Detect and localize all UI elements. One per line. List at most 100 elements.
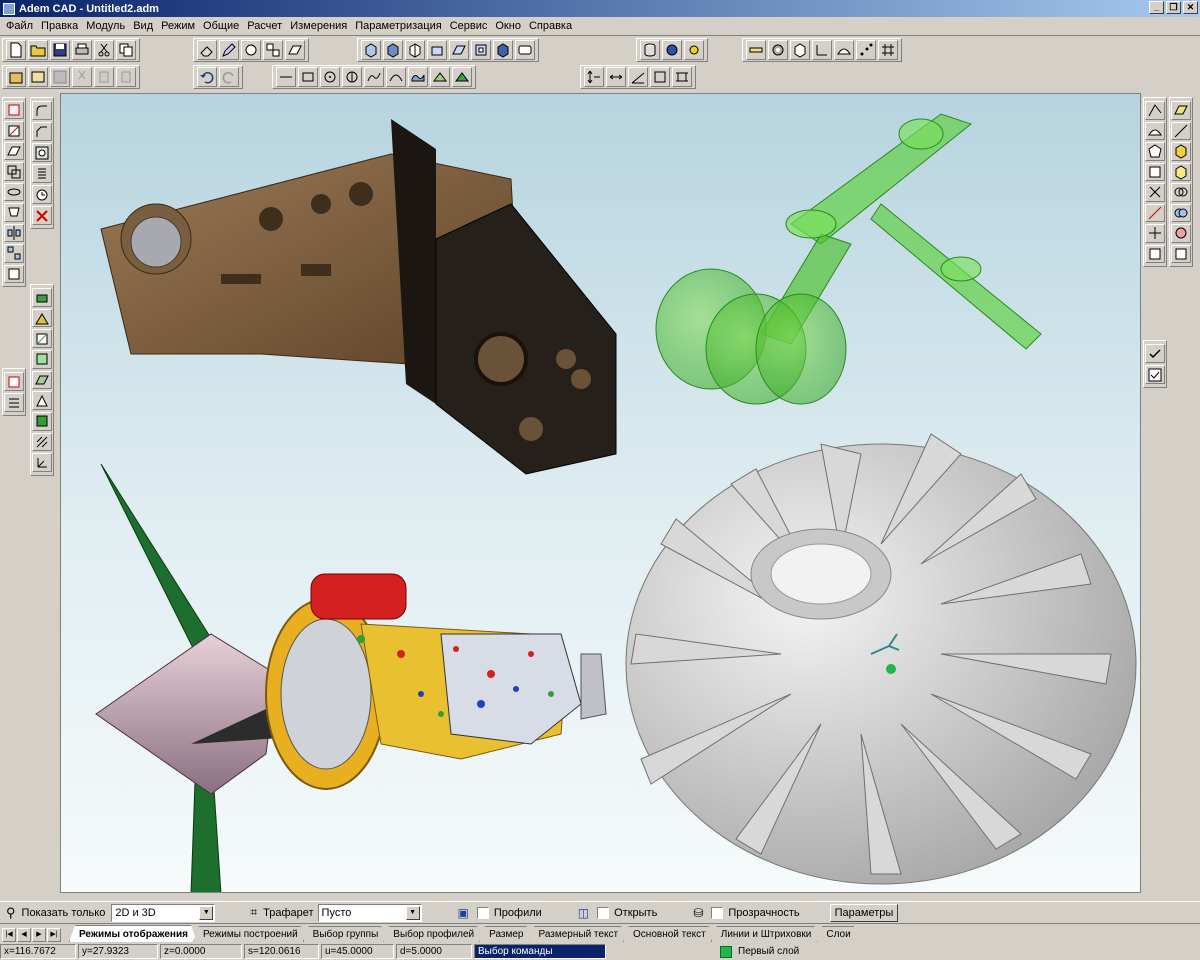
shell-icon[interactable] bbox=[471, 40, 491, 60]
green-linkage-model[interactable] bbox=[655, 113, 1042, 405]
tab-prev-icon[interactable]: ◀ bbox=[17, 928, 31, 942]
spline-icon[interactable] bbox=[386, 67, 406, 87]
circle-center-icon[interactable] bbox=[320, 67, 340, 87]
impeller-model[interactable] bbox=[625, 433, 1137, 885]
stitch-icon[interactable] bbox=[1145, 244, 1165, 263]
dim-horizontal-icon[interactable] bbox=[606, 67, 626, 87]
menu-edit[interactable]: Правка bbox=[37, 20, 82, 32]
revolve-icon[interactable] bbox=[4, 182, 24, 202]
profiles-checkbox[interactable] bbox=[476, 906, 489, 919]
tab-last-icon[interactable]: ▶| bbox=[47, 928, 61, 942]
check-all-icon[interactable] bbox=[1145, 365, 1165, 384]
menu-parametrization[interactable]: Параметризация bbox=[351, 20, 445, 32]
view-create-icon[interactable] bbox=[32, 370, 52, 390]
menu-calculation[interactable]: Расчет bbox=[243, 20, 286, 32]
hatch-icon[interactable] bbox=[430, 67, 450, 87]
trim-icon[interactable] bbox=[1145, 183, 1165, 202]
tab-profile-select[interactable]: Выбор профилей bbox=[383, 926, 483, 942]
surface-icon[interactable] bbox=[834, 40, 854, 60]
copy-body-icon[interactable] bbox=[4, 264, 24, 283]
cylinder-icon[interactable] bbox=[640, 40, 660, 60]
split-icon[interactable] bbox=[1145, 224, 1165, 243]
intersect-icon[interactable] bbox=[1171, 183, 1191, 202]
align-icon[interactable] bbox=[4, 393, 24, 412]
convert-icon[interactable] bbox=[4, 372, 24, 391]
dim-vertical-icon[interactable] bbox=[584, 67, 604, 87]
parameters-button[interactable]: Параметры bbox=[829, 903, 899, 922]
array-icon[interactable] bbox=[4, 244, 24, 263]
coordinate-icon[interactable] bbox=[32, 453, 52, 473]
circle-icon[interactable] bbox=[241, 40, 261, 60]
fill-icon[interactable] bbox=[452, 67, 472, 87]
sketch-icon[interactable] bbox=[4, 101, 24, 120]
undo-icon[interactable] bbox=[197, 67, 217, 87]
thread-icon[interactable] bbox=[32, 164, 52, 183]
dim-angle-icon[interactable] bbox=[628, 67, 648, 87]
offset-icon[interactable] bbox=[4, 162, 24, 181]
extrude-icon[interactable] bbox=[427, 40, 447, 60]
arc-icon[interactable] bbox=[364, 67, 384, 87]
mirror-icon[interactable] bbox=[4, 223, 24, 243]
check-icon[interactable] bbox=[1145, 344, 1165, 363]
fillet-icon[interactable] bbox=[32, 101, 52, 120]
menu-view[interactable]: Вид bbox=[129, 20, 157, 32]
turboprop-engine-model[interactable] bbox=[95, 463, 607, 893]
cube-icon[interactable] bbox=[790, 40, 810, 60]
detail-icon[interactable] bbox=[32, 391, 52, 411]
tab-group-select[interactable]: Выбор группы bbox=[303, 926, 388, 942]
sweep-icon[interactable] bbox=[449, 40, 469, 60]
menu-file[interactable]: Файл bbox=[2, 20, 37, 32]
shading-icon[interactable] bbox=[32, 412, 52, 431]
surface-patch-icon[interactable] bbox=[1145, 121, 1165, 140]
bronze-housing-model[interactable] bbox=[100, 119, 617, 475]
project-icon[interactable] bbox=[6, 67, 26, 87]
menu-general[interactable]: Общие bbox=[199, 20, 243, 32]
transparency-checkbox[interactable] bbox=[711, 906, 724, 919]
menu-window[interactable]: Окно bbox=[491, 20, 525, 32]
tab-next-icon[interactable]: ▶ bbox=[32, 928, 46, 942]
sheet-icon[interactable] bbox=[1145, 162, 1165, 181]
solid-body-icon[interactable] bbox=[1171, 142, 1191, 161]
show-only-select[interactable]: 2D и 3D ▼ bbox=[111, 903, 216, 922]
close-button[interactable]: ✕ bbox=[1183, 1, 1198, 14]
library-icon[interactable] bbox=[28, 67, 48, 87]
face-icon[interactable] bbox=[1171, 101, 1191, 120]
tab-layers[interactable]: Слои bbox=[816, 926, 859, 942]
print-icon[interactable] bbox=[72, 40, 92, 60]
group-icon[interactable] bbox=[263, 40, 283, 60]
points-icon[interactable] bbox=[856, 40, 876, 60]
tab-dimension[interactable]: Размер bbox=[479, 926, 532, 942]
blend-icon[interactable] bbox=[1171, 244, 1191, 263]
line-icon[interactable] bbox=[276, 67, 296, 87]
tab-build-modes[interactable]: Режимы построений bbox=[193, 926, 307, 942]
polygon-icon[interactable] bbox=[1145, 142, 1165, 161]
open-folder-icon[interactable] bbox=[28, 40, 48, 60]
cut-icon[interactable] bbox=[94, 40, 114, 60]
edge-icon[interactable] bbox=[1171, 121, 1191, 140]
tab-main-text[interactable]: Основной текст bbox=[623, 926, 715, 942]
measure-icon[interactable] bbox=[746, 40, 766, 60]
menu-measurements[interactable]: Измерения bbox=[286, 20, 351, 32]
axis-icon[interactable] bbox=[812, 40, 832, 60]
loft-icon[interactable] bbox=[4, 203, 24, 222]
tab-lines-hatches[interactable]: Линии и Штриховки bbox=[711, 926, 821, 942]
layer-color-swatch[interactable] bbox=[720, 945, 732, 958]
section-icon[interactable] bbox=[32, 329, 52, 349]
solid-icon[interactable] bbox=[493, 40, 513, 60]
box-shade-icon[interactable] bbox=[383, 40, 403, 60]
delete-feature-icon[interactable] bbox=[32, 206, 52, 225]
assembly-icon[interactable] bbox=[32, 308, 52, 328]
tab-display-modes[interactable]: Режимы отображения bbox=[69, 925, 197, 942]
copy-icon[interactable] bbox=[116, 40, 136, 60]
union-icon[interactable] bbox=[1171, 203, 1191, 222]
box-view-icon[interactable] bbox=[361, 40, 381, 60]
projection-icon[interactable] bbox=[32, 350, 52, 369]
chamfer-icon[interactable] bbox=[32, 122, 52, 141]
plane-icon[interactable] bbox=[4, 141, 24, 161]
subtract-icon[interactable] bbox=[1171, 224, 1191, 243]
open-checkbox[interactable] bbox=[597, 906, 610, 919]
frame-icon[interactable] bbox=[515, 40, 535, 60]
dim-radius-icon[interactable] bbox=[650, 67, 670, 87]
pen-icon[interactable] bbox=[219, 40, 239, 60]
save-icon[interactable] bbox=[50, 40, 70, 60]
